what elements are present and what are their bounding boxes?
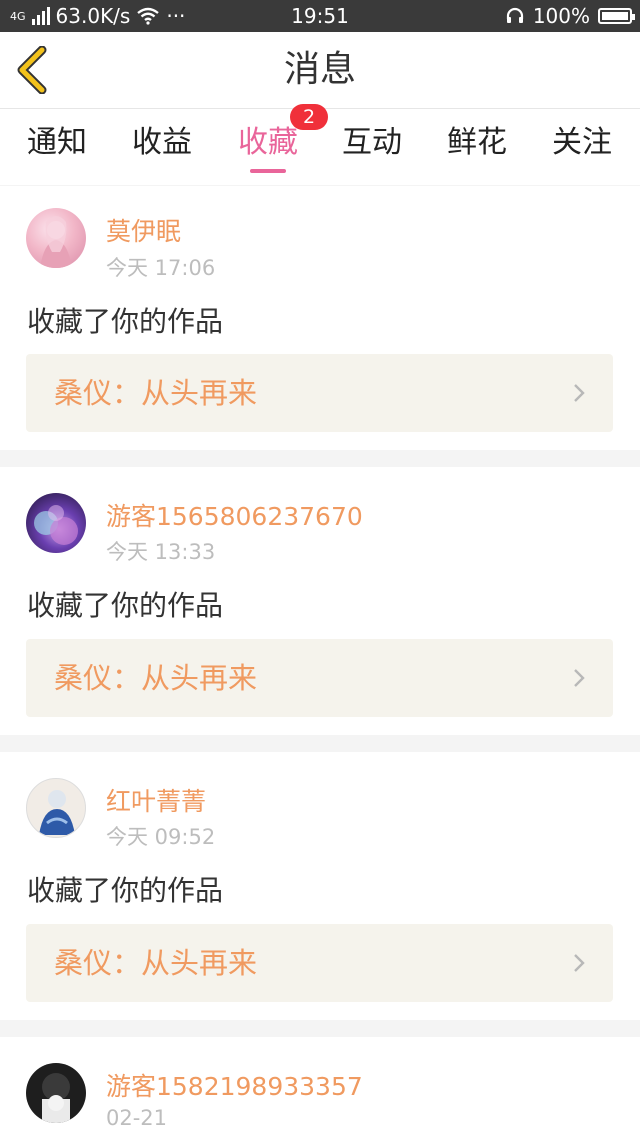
message-action: 收藏了你的作品	[27, 305, 224, 338]
message-action: 收藏了你的作品	[27, 874, 224, 907]
message-time: 今天 09:52	[106, 825, 216, 849]
message-time: 02-21	[106, 1106, 168, 1130]
avatar[interactable]	[26, 1063, 86, 1123]
avatar-image	[40, 216, 72, 268]
message-card: 游客1582198933357 02-21	[0, 1037, 640, 1138]
tab-label: 收藏	[238, 125, 298, 160]
work-link[interactable]: 桑仪：从头再来	[26, 639, 613, 717]
message-time: 今天 17:06	[106, 256, 216, 280]
chevron-right-icon	[574, 954, 585, 972]
unread-badge: 2	[290, 104, 328, 130]
chevron-right-icon	[574, 384, 585, 402]
work-title: 桑仪：从头再来	[54, 661, 258, 695]
tab-flowers[interactable]: 鲜花	[427, 109, 527, 185]
user-name[interactable]: 莫伊眠	[106, 212, 181, 248]
page-title: 消息	[283, 49, 356, 90]
tab-follows[interactable]: 关注	[532, 109, 632, 185]
avatar-image	[42, 1073, 70, 1123]
battery-percent: 100%	[532, 4, 590, 28]
tab-notifications[interactable]: 通知	[7, 109, 107, 185]
message-action: 收藏了你的作品	[27, 589, 224, 622]
work-link[interactable]: 桑仪：从头再来	[26, 354, 613, 432]
user-name[interactable]: 游客1582198933357	[106, 1067, 363, 1103]
tab-label: 鲜花	[447, 125, 507, 160]
tab-interactions[interactable]: 互动	[322, 109, 422, 185]
avatar-image	[39, 790, 75, 835]
headset-icon	[506, 7, 523, 23]
tab-label: 关注	[552, 125, 612, 160]
tab-label: 通知	[27, 125, 87, 160]
user-name[interactable]: 游客1565806237670	[106, 497, 363, 533]
tab-label: 收益	[132, 125, 192, 160]
status-right: 100%	[505, 0, 635, 32]
user-name[interactable]: 红叶菁菁	[106, 782, 206, 818]
avatar[interactable]	[26, 208, 86, 268]
chevron-right-icon	[574, 669, 585, 687]
tab-earnings[interactable]: 收益	[112, 109, 212, 185]
avatar-image	[34, 505, 78, 545]
work-title: 桑仪：从头再来	[54, 946, 258, 980]
battery-icon	[598, 8, 635, 24]
message-card: 游客1565806237670 今天 13:33 收藏了你的作品 桑仪：从头再来	[0, 467, 640, 735]
message-card: 红叶菁菁 今天 09:52 收藏了你的作品 桑仪：从头再来	[0, 752, 640, 1020]
active-tab-indicator	[250, 169, 286, 173]
message-time: 今天 13:33	[106, 540, 216, 564]
work-title: 桑仪：从头再来	[54, 376, 258, 410]
status-bar: 4G 63.0K/s ··· 19:51 100%	[0, 0, 640, 32]
avatar[interactable]	[26, 493, 86, 553]
work-link[interactable]: 桑仪：从头再来	[26, 924, 613, 1002]
nav-header: 消息	[0, 32, 640, 109]
message-card: 莫伊眠 今天 17:06 收藏了你的作品 桑仪：从头再来	[0, 186, 640, 450]
avatar[interactable]	[26, 778, 86, 838]
tab-label: 互动	[342, 125, 402, 160]
